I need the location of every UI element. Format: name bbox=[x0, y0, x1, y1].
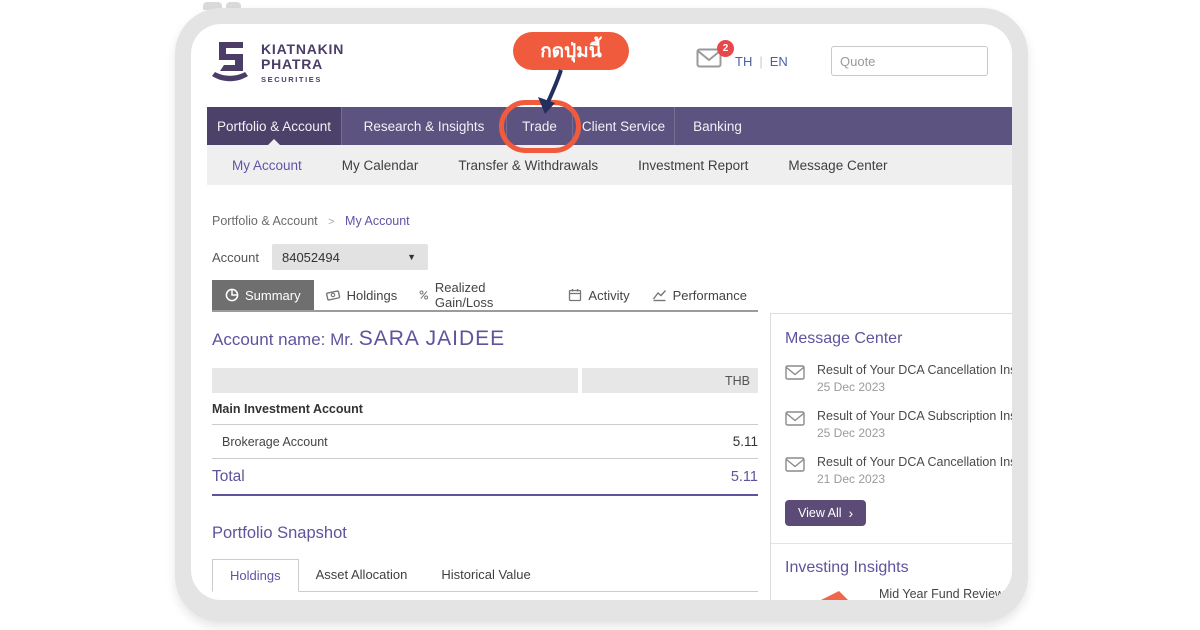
tab-performance[interactable]: Performance bbox=[641, 280, 758, 310]
main-navbar: Portfolio & Account Research & Insights … bbox=[207, 107, 1012, 145]
tab-activity[interactable]: Activity bbox=[557, 280, 640, 310]
portfolio-snapshot-title: Portfolio Snapshot bbox=[212, 524, 347, 543]
breadcrumb-separator: > bbox=[328, 216, 334, 228]
tab-holdings[interactable]: Holdings bbox=[314, 280, 409, 310]
table-header-row: THB bbox=[212, 368, 758, 393]
summary-tabs: Summary Holdings Realized Gain/Loss bbox=[212, 281, 758, 312]
snapshot-tab-asset-allocation[interactable]: Asset Allocation bbox=[299, 558, 425, 591]
message-list-item[interactable]: Result of Your DCA Subscription Instruct… bbox=[785, 409, 1012, 440]
account-dropdown[interactable]: 84052494 ▼ bbox=[272, 244, 428, 270]
total-value: 5.11 bbox=[731, 469, 758, 485]
nav-item-portfolio-account[interactable]: Portfolio & Account bbox=[207, 107, 341, 145]
table-row: Brokerage Account 5.11 bbox=[212, 425, 758, 459]
breadcrumb-parent[interactable]: Portfolio & Account bbox=[212, 214, 318, 228]
total-label: Total bbox=[212, 468, 245, 486]
lang-en-link[interactable]: EN bbox=[770, 54, 788, 69]
panel-divider bbox=[771, 543, 1012, 544]
message-title: Result of Your DCA Subscription Instruct… bbox=[817, 409, 1012, 423]
tab-summary[interactable]: Summary bbox=[212, 280, 314, 310]
view-all-button[interactable]: View All › bbox=[785, 500, 866, 526]
chevron-down-icon: ▼ bbox=[407, 252, 416, 262]
brand-name-line3: SECURITIES bbox=[261, 75, 344, 84]
snapshot-tabs: Holdings Asset Allocation Historical Val… bbox=[212, 558, 758, 592]
tab-realized-gain-loss[interactable]: Realized Gain/Loss bbox=[408, 280, 529, 310]
subnav-item-message-center[interactable]: Message Center bbox=[778, 158, 897, 173]
banknote-icon bbox=[325, 288, 341, 302]
brand-logo: KIATNAKIN PHATRA SECURITIES bbox=[207, 38, 344, 86]
breadcrumb-current: My Account bbox=[345, 214, 410, 228]
table-header-currency: THB bbox=[582, 368, 758, 393]
press-this-button-callout: กดปุ่มนี้ bbox=[513, 32, 629, 70]
calendar-icon bbox=[568, 288, 582, 302]
envelope-icon bbox=[785, 365, 805, 380]
percent-icon bbox=[419, 288, 429, 302]
nav-item-banking[interactable]: Banking bbox=[674, 107, 760, 145]
right-side-panel: Message Center Result of Your DCA Cancel… bbox=[770, 313, 1012, 600]
table-group-row: Main Investment Account bbox=[212, 393, 758, 425]
snapshot-tab-holdings[interactable]: Holdings bbox=[212, 559, 299, 592]
message-title: Result of Your DCA Cancellation Instruct… bbox=[817, 363, 1012, 377]
insight-article[interactable]: Mid Year Fund Review 2023 bbox=[785, 587, 1012, 600]
breadcrumb: Portfolio & Account > My Account bbox=[212, 214, 410, 228]
pie-chart-icon bbox=[225, 288, 239, 302]
message-title: Result of Your DCA Cancellation Instruct… bbox=[817, 455, 1012, 469]
message-list-item[interactable]: Result of Your DCA Cancellation Instruct… bbox=[785, 363, 1012, 394]
brand-name-line2: PHATRA bbox=[261, 57, 344, 72]
message-date: 25 Dec 2023 bbox=[817, 426, 1012, 440]
snapshot-tab-historical-value[interactable]: Historical Value bbox=[424, 558, 547, 591]
article-title: Mid Year Fund Review 2023 bbox=[879, 587, 1012, 600]
subnav-item-my-account[interactable]: My Account bbox=[222, 158, 312, 173]
chevron-right-icon: › bbox=[849, 507, 854, 519]
line-chart-icon bbox=[652, 288, 667, 302]
message-date: 21 Dec 2023 bbox=[817, 472, 1012, 486]
envelope-icon bbox=[785, 411, 805, 426]
brand-name-line1: KIATNAKIN bbox=[261, 42, 344, 57]
unread-count-badge: 2 bbox=[717, 40, 734, 57]
account-selector-row: Account 84052494 ▼ bbox=[212, 244, 428, 270]
subnav-item-transfer-withdrawals[interactable]: Transfer & Withdrawals bbox=[448, 158, 608, 173]
message-center-title: Message Center bbox=[785, 330, 1012, 348]
account-name-prefix: Account name: Mr. bbox=[212, 330, 354, 349]
messages-button[interactable]: 2 bbox=[696, 48, 726, 74]
envelope-icon bbox=[785, 457, 805, 472]
lang-separator: | bbox=[759, 54, 762, 69]
page: KIATNAKIN PHATRA SECURITIES กดปุ่มนี้ 2 bbox=[0, 0, 1200, 630]
row-value: 5.11 bbox=[733, 434, 758, 449]
callout-arrow-icon bbox=[533, 68, 571, 116]
investing-insights-title: Investing Insights bbox=[785, 559, 1012, 577]
lang-th-link[interactable]: TH bbox=[735, 54, 752, 69]
nav-item-research-insights[interactable]: Research & Insights bbox=[341, 107, 506, 145]
account-dropdown-value: 84052494 bbox=[282, 250, 340, 265]
row-label: Brokerage Account bbox=[212, 435, 328, 449]
language-switch: TH | EN bbox=[735, 54, 788, 69]
sub-navbar: My Account My Calendar Transfer & Withdr… bbox=[207, 145, 1012, 185]
account-selector-label: Account bbox=[212, 250, 259, 265]
message-list-item[interactable]: Result of Your DCA Cancellation Instruct… bbox=[785, 455, 1012, 486]
subnav-item-my-calendar[interactable]: My Calendar bbox=[332, 158, 429, 173]
message-date: 25 Dec 2023 bbox=[817, 380, 1012, 394]
quote-search-box bbox=[831, 46, 988, 76]
nav-item-client-service[interactable]: Client Service bbox=[572, 107, 674, 145]
article-thumbnail bbox=[785, 587, 869, 600]
tablet-frame: KIATNAKIN PHATRA SECURITIES กดปุ่มนี้ 2 bbox=[175, 8, 1028, 622]
quote-search-input[interactable] bbox=[840, 54, 1012, 69]
kiatnakin-phatra-logo-icon bbox=[207, 38, 253, 86]
subnav-item-investment-report[interactable]: Investment Report bbox=[628, 158, 758, 173]
screen: KIATNAKIN PHATRA SECURITIES กดปุ่มนี้ 2 bbox=[191, 24, 1012, 600]
table-total-row: Total 5.11 bbox=[212, 459, 758, 496]
account-balance-table: THB Main Investment Account Brokerage Ac… bbox=[212, 368, 758, 496]
table-header-empty-cell bbox=[212, 368, 578, 393]
account-name-heading: Account name: Mr. SARA JAIDEE bbox=[212, 327, 505, 351]
account-holder-name: SARA JAIDEE bbox=[359, 327, 505, 350]
